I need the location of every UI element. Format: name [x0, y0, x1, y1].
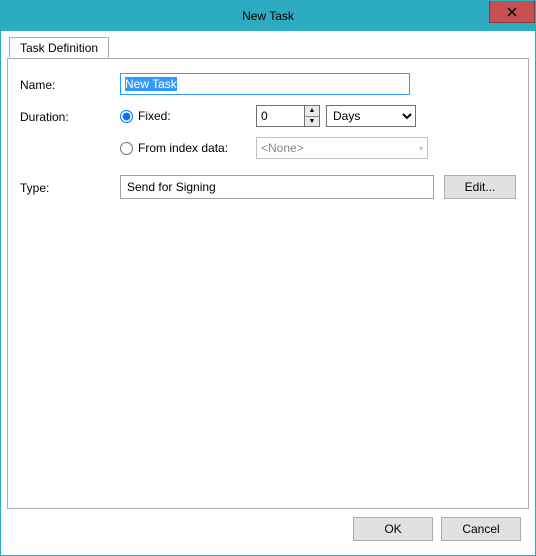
radio-from-index-input[interactable] [120, 142, 133, 155]
tab-panel: Name: New Task Duration: Fixed: [7, 58, 529, 509]
row-duration-fixed: Duration: Fixed: ▲ ▼ Days [20, 105, 516, 127]
ok-button[interactable]: OK [353, 517, 433, 541]
dialog-window: New Task Task Definition Name: New Task [0, 0, 536, 556]
spin-up[interactable]: ▲ [305, 106, 319, 117]
index-data-select: <None> ▾ [256, 137, 428, 159]
type-display: Send for Signing [120, 175, 434, 199]
fixed-value-input[interactable] [256, 105, 304, 127]
cancel-button[interactable]: Cancel [441, 517, 521, 541]
label-type: Type: [20, 179, 120, 195]
dialog-footer: OK Cancel [353, 517, 521, 541]
close-button[interactable] [489, 1, 535, 23]
window-title: New Task [1, 9, 535, 23]
tab-task-definition[interactable]: Task Definition [9, 37, 109, 58]
radio-from-index-label: From index data: [138, 141, 228, 155]
name-input[interactable]: New Task [120, 73, 410, 95]
radio-from-index[interactable]: From index data: [120, 141, 250, 155]
radio-fixed-input[interactable] [120, 110, 133, 123]
type-value: Send for Signing [127, 180, 216, 194]
name-input-selection: New Task [125, 77, 177, 91]
close-icon [507, 7, 517, 17]
index-data-value: <None> [261, 141, 304, 155]
spin-down[interactable]: ▼ [305, 117, 319, 127]
radio-fixed[interactable]: Fixed: [120, 109, 250, 123]
chevron-down-icon: ▾ [419, 144, 423, 153]
label-name: Name: [20, 76, 120, 92]
row-name: Name: New Task [20, 73, 516, 95]
row-type: Type: Send for Signing Edit... [20, 175, 516, 199]
client-area: Task Definition Name: New Task Duration:… [7, 31, 529, 549]
title-bar: New Task [1, 1, 535, 31]
edit-button[interactable]: Edit... [444, 175, 516, 199]
label-duration: Duration: [20, 108, 120, 124]
fixed-value-spinner[interactable]: ▲ ▼ [256, 105, 320, 127]
duration-unit-select[interactable]: Days [326, 105, 416, 127]
spin-buttons: ▲ ▼ [304, 105, 320, 127]
radio-fixed-label: Fixed: [138, 109, 171, 123]
tab-strip: Task Definition [7, 37, 529, 59]
row-duration-index: From index data: <None> ▾ [20, 137, 516, 159]
